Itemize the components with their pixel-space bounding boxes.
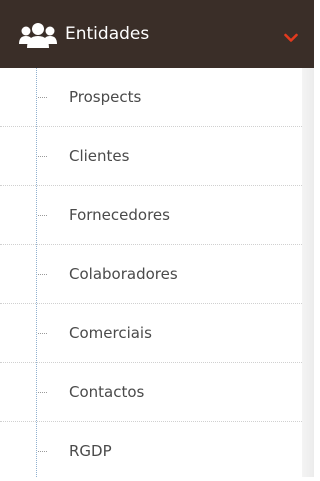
- submenu-item-comerciais[interactable]: Comerciais: [0, 304, 302, 363]
- submenu-item-colaboradores[interactable]: Colaboradores: [0, 245, 302, 304]
- submenu-item-label: Prospects: [69, 88, 142, 106]
- submenu-list: Prospects Clientes Fornecedores Colabora…: [0, 68, 302, 481]
- submenu-item-label: Colaboradores: [69, 265, 178, 283]
- menu-entidades-label: Entidades: [65, 24, 150, 44]
- sidebar-menu: Entidades Prospects Clientes Fornecedore…: [0, 0, 314, 477]
- tree-connector: [38, 97, 47, 98]
- submenu-item-prospects[interactable]: Prospects: [0, 68, 302, 127]
- submenu-item-label: RGDP: [69, 442, 112, 460]
- submenu-item-label: Fornecedores: [69, 206, 170, 224]
- users-group-icon: [19, 22, 57, 48]
- submenu-item-label: Comerciais: [69, 324, 152, 342]
- tree-connector: [38, 333, 47, 334]
- submenu-item-contactos[interactable]: Contactos: [0, 363, 302, 422]
- submenu-item-clientes[interactable]: Clientes: [0, 127, 302, 186]
- submenu-item-label: Clientes: [69, 147, 130, 165]
- tree-connector: [38, 215, 47, 216]
- tree-connector: [38, 274, 47, 275]
- submenu-item-fornecedores[interactable]: Fornecedores: [0, 186, 302, 245]
- scroll-shadow-strip: [302, 68, 314, 477]
- tree-connector: [38, 156, 47, 157]
- tree-connector: [38, 392, 47, 393]
- menu-entidades-toggle[interactable]: Entidades: [0, 0, 314, 68]
- submenu-item-rgdp[interactable]: RGDP: [0, 422, 302, 481]
- chevron-down-icon: [284, 28, 298, 42]
- tree-connector: [38, 451, 47, 452]
- submenu-item-label: Contactos: [69, 383, 145, 401]
